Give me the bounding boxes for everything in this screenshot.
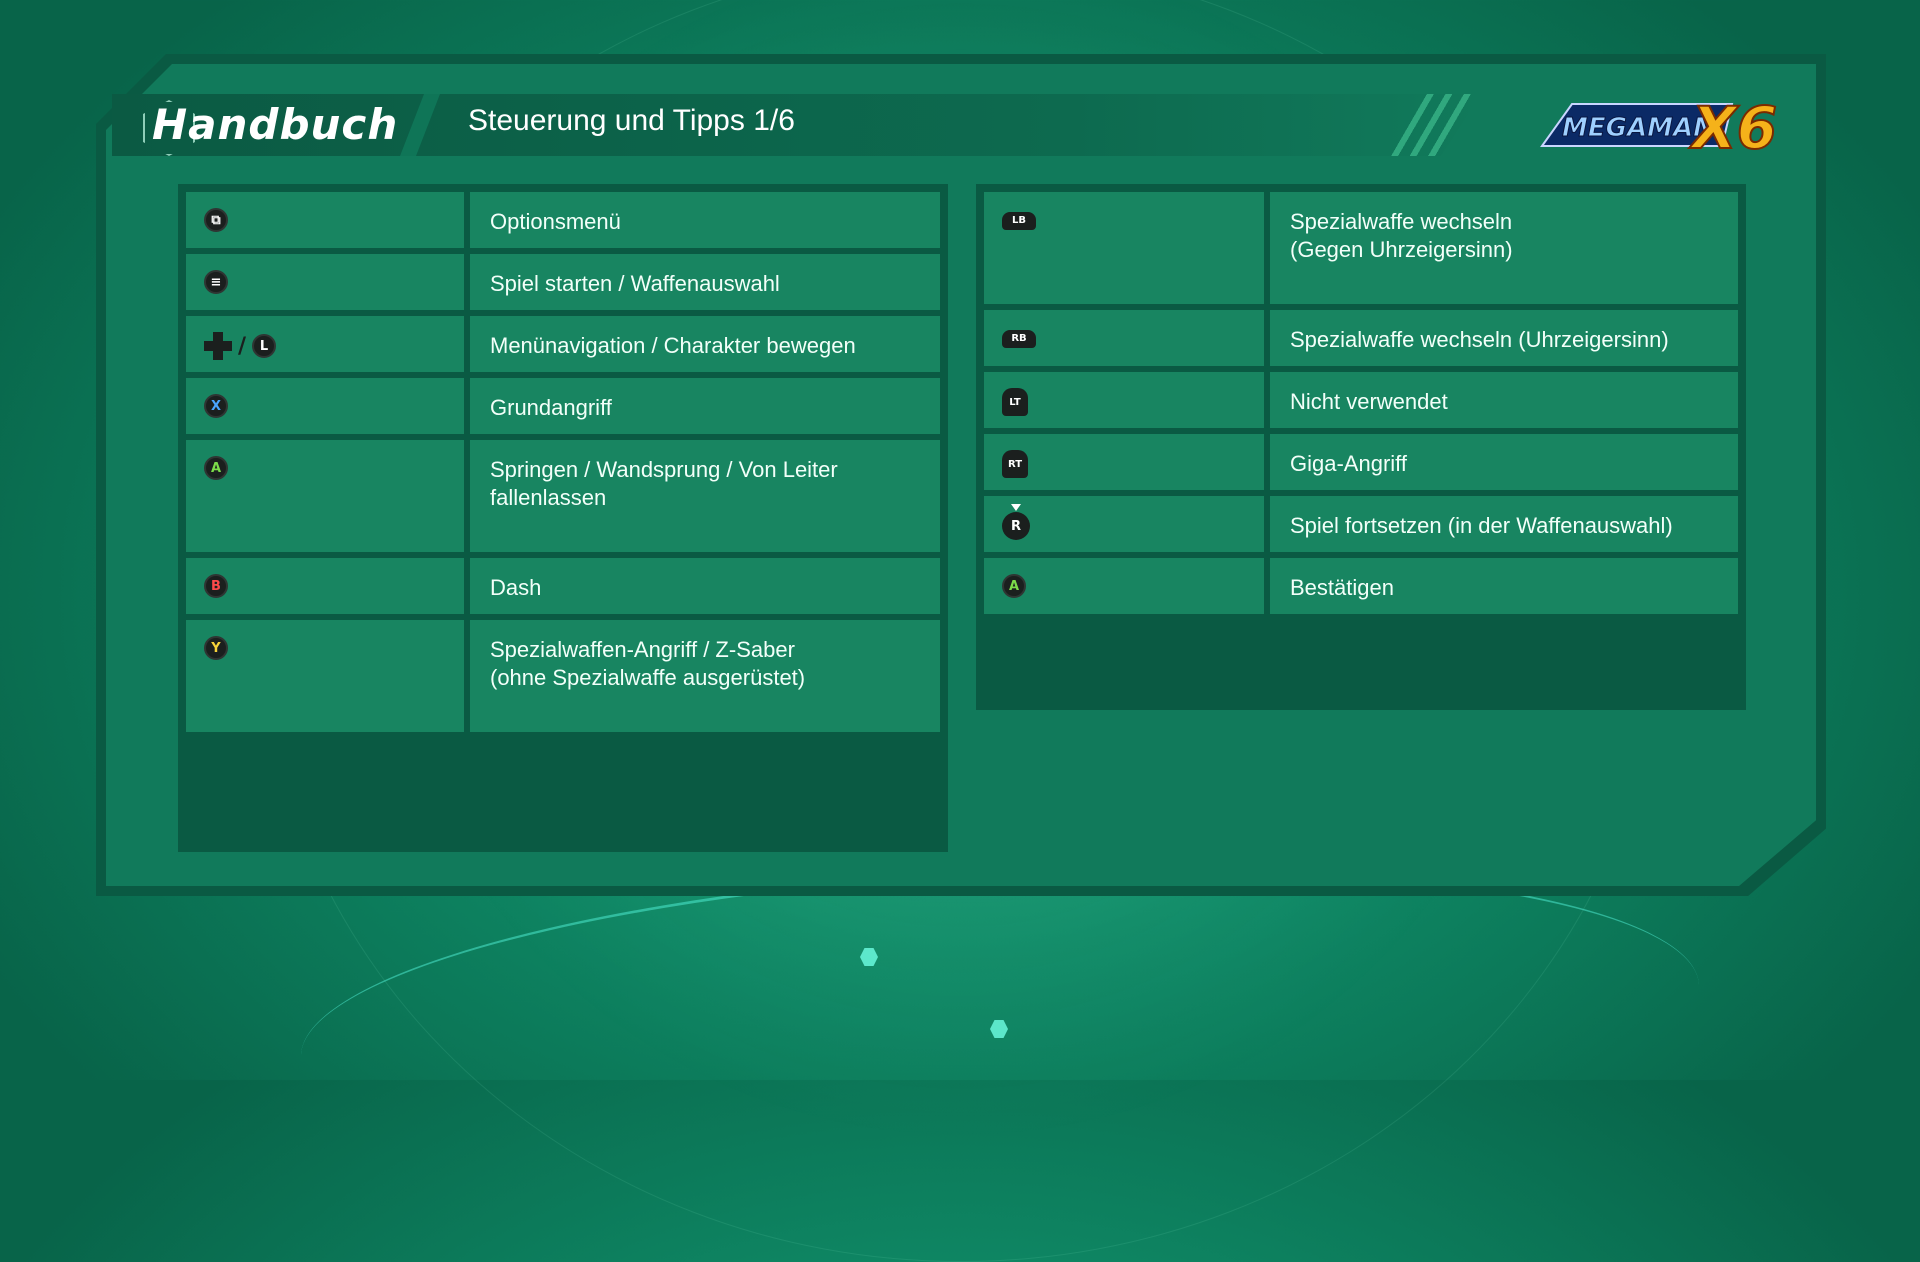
- button-cell: Y: [186, 620, 464, 732]
- lt-button-icon: LT: [1002, 388, 1028, 416]
- button-cell: A: [186, 440, 464, 552]
- action-label: Nicht verwendet: [1270, 372, 1738, 428]
- button-cell: B: [186, 558, 464, 614]
- logo-number: X6: [1689, 94, 1777, 162]
- control-row: Y Spezialwaffen-Angriff / Z-Saber (ohne S…: [186, 620, 940, 732]
- action-label: Giga-Angriff: [1270, 434, 1738, 490]
- right-stick-press-icon: R: [1002, 504, 1030, 540]
- action-label: Menünavigation / Charakter bewegen: [470, 316, 940, 372]
- button-cell: R: [984, 496, 1264, 552]
- action-label: Optionsmenü: [470, 192, 940, 248]
- b-button-icon: B: [204, 574, 228, 598]
- action-label: Grundangriff: [470, 378, 940, 434]
- action-label: Dash: [470, 558, 940, 614]
- button-cell: ≡: [186, 254, 464, 310]
- button-cell: A: [984, 558, 1264, 614]
- separator-slash: /: [238, 333, 247, 359]
- button-cell: / L: [186, 316, 464, 372]
- a-button-icon: A: [204, 456, 228, 480]
- action-label: Spezialwaffe wechseln (Gegen Uhrzeigersi…: [1270, 192, 1738, 304]
- control-row: RT Giga-Angriff: [984, 434, 1738, 490]
- control-row: A Springen / Wandsprung / Von Leiter fall…: [186, 440, 940, 552]
- rb-button-icon: RB: [1002, 326, 1036, 348]
- control-row: LB Spezialwaffe wechseln (Gegen Uhrzeiger…: [984, 192, 1738, 304]
- dpad-icon: [204, 332, 232, 360]
- control-row: X Grundangriff: [186, 378, 940, 434]
- button-cell: RB: [984, 310, 1264, 366]
- action-label: Spezialwaffen-Angriff / Z-Saber (ohne Sp…: [470, 620, 940, 732]
- view-button-icon: ⧉: [204, 208, 228, 232]
- button-cell: RT: [984, 434, 1264, 490]
- action-label: Spiel starten / Waffenauswahl: [470, 254, 940, 310]
- control-row: A Bestätigen: [984, 558, 1738, 614]
- page-title: Steuerung und Tipps 1/6: [468, 104, 795, 137]
- control-row: ⧉ Optionsmenü: [186, 192, 940, 248]
- x-button-icon: X: [204, 394, 228, 418]
- button-cell: ⧉: [186, 192, 464, 248]
- control-row: / L Menünavigation / Charakter bewegen: [186, 316, 940, 372]
- section-title: Handbuch: [152, 100, 399, 149]
- controls-table-left: ⧉ Optionsmenü ≡ Spiel starten / Waffenauswa…: [178, 184, 948, 852]
- button-cell: LT: [984, 372, 1264, 428]
- controls-table-right: LB Spezialwaffe wechseln (Gegen Uhrzeiger…: [976, 184, 1746, 710]
- a-button-icon: A: [1002, 574, 1026, 598]
- control-row: LT Nicht verwendet: [984, 372, 1738, 428]
- left-stick-icon: L: [252, 334, 277, 358]
- action-label: Springen / Wandsprung / Von Leiter falle…: [470, 440, 940, 552]
- lb-button-icon: LB: [1002, 208, 1036, 230]
- control-row: B Dash: [186, 558, 940, 614]
- y-button-icon: Y: [204, 636, 228, 660]
- rt-button-icon: RT: [1002, 450, 1028, 478]
- game-logo: MEGAMAN X6: [1540, 93, 1778, 162]
- control-row: RB Spezialwaffe wechseln (Uhrzeigersinn): [984, 310, 1738, 366]
- dpad-left-stick-icon: / L: [204, 332, 277, 360]
- menu-button-icon: ≡: [204, 270, 228, 294]
- control-row: R Spiel fortsetzen (in der Waffenauswahl): [984, 496, 1738, 552]
- button-cell: LB: [984, 192, 1264, 304]
- control-row: ≡ Spiel starten / Waffenauswahl: [186, 254, 940, 310]
- action-label: Bestätigen: [1270, 558, 1738, 614]
- action-label: Spezialwaffe wechseln (Uhrzeigersinn): [1270, 310, 1738, 366]
- button-cell: X: [186, 378, 464, 434]
- action-label: Spiel fortsetzen (in der Waffenauswahl): [1270, 496, 1738, 552]
